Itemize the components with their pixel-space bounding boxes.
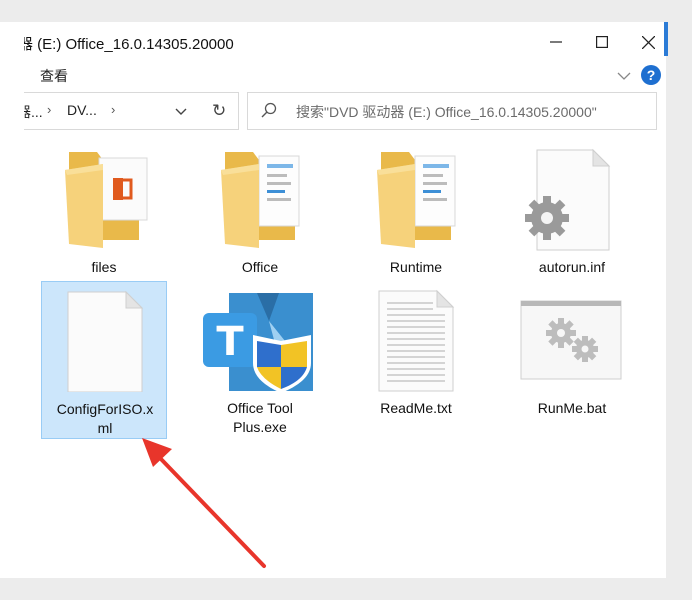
maximize-button[interactable] [579,22,625,62]
folder-icon [221,152,300,248]
breadcrumb-separator[interactable]: › [47,102,51,117]
refresh-button[interactable]: ↻ [204,92,239,130]
settings-file-icon [525,148,611,251]
maximize-icon [596,36,608,48]
breadcrumb-separator[interactable]: › [111,102,115,117]
minimize-icon [550,41,562,43]
blank-file-icon [67,290,144,392]
office-tool-plus-icon: T [203,293,313,393]
file-item-readme[interactable]: ReadMe.txt [353,281,479,431]
file-item-runme[interactable]: RunMe.bat [509,281,635,431]
file-name: Runtime [389,259,443,275]
file-name: autorun.inf [538,259,606,275]
close-icon [641,35,655,49]
chevron-down-icon[interactable] [173,103,189,119]
backdrop-right [666,0,692,600]
breadcrumb-drive[interactable]: 器... [24,102,43,122]
title-bar[interactable]: 器 (E:) Office_16.0.14305.20000 [24,22,666,62]
batch-file-icon [520,300,622,380]
ribbon-expand-icon[interactable] [616,68,632,84]
file-name-line1: ConfigForISO.x [56,401,154,417]
breadcrumb-dvd[interactable]: DV... [67,102,97,118]
ribbon: 查看 ? [24,62,666,88]
close-button[interactable] [625,22,666,62]
search-input[interactable]: 搜索"DVD 驱动器 (E:) Office_16.0.14305.20000" [247,92,657,130]
file-name: Office [241,259,279,275]
office-folder-icon [65,152,148,248]
file-item-configforiso[interactable]: ConfigForISO.x ml [41,281,167,439]
folder-icon [377,152,456,248]
text-file-icon [378,289,455,392]
refresh-icon: ↻ [212,101,227,120]
file-name-line2: ml [97,420,113,436]
window-accent-edge [664,22,668,56]
backdrop-bottom [0,578,692,600]
backdrop-top [0,0,692,22]
help-icon[interactable]: ? [641,65,661,85]
file-item-office-tool-plus[interactable]: T Office Tool Plus.exe [197,281,323,435]
explorer-window: 器 (E:) Office_16.0.14305.20000 查看 ? 器...… [24,22,666,578]
address-bar[interactable]: 器... › DV... › [24,92,232,130]
file-name: RunMe.bat [537,400,607,416]
address-row: 器... › DV... › ↻ 搜索"DVD 驱动器 (E:) Office_… [24,92,666,132]
file-item-files[interactable]: files [41,140,167,290]
file-name-line2: Plus.exe [233,419,287,435]
search-icon [261,102,277,118]
file-item-office[interactable]: Office [197,140,323,290]
svg-text:T: T [216,319,244,365]
tab-view[interactable]: 查看 [40,66,68,86]
window-title: 器 (E:) Office_16.0.14305.20000 [24,36,234,53]
search-placeholder: 搜索"DVD 驱动器 (E:) Office_16.0.14305.20000" [296,104,597,120]
file-item-runtime[interactable]: Runtime [353,140,479,290]
file-item-autorun[interactable]: autorun.inf [509,140,635,290]
file-name-line1: Office Tool [227,400,293,416]
minimize-button[interactable] [533,22,579,62]
file-name: files [91,259,117,275]
file-name: ReadMe.txt [380,400,452,416]
